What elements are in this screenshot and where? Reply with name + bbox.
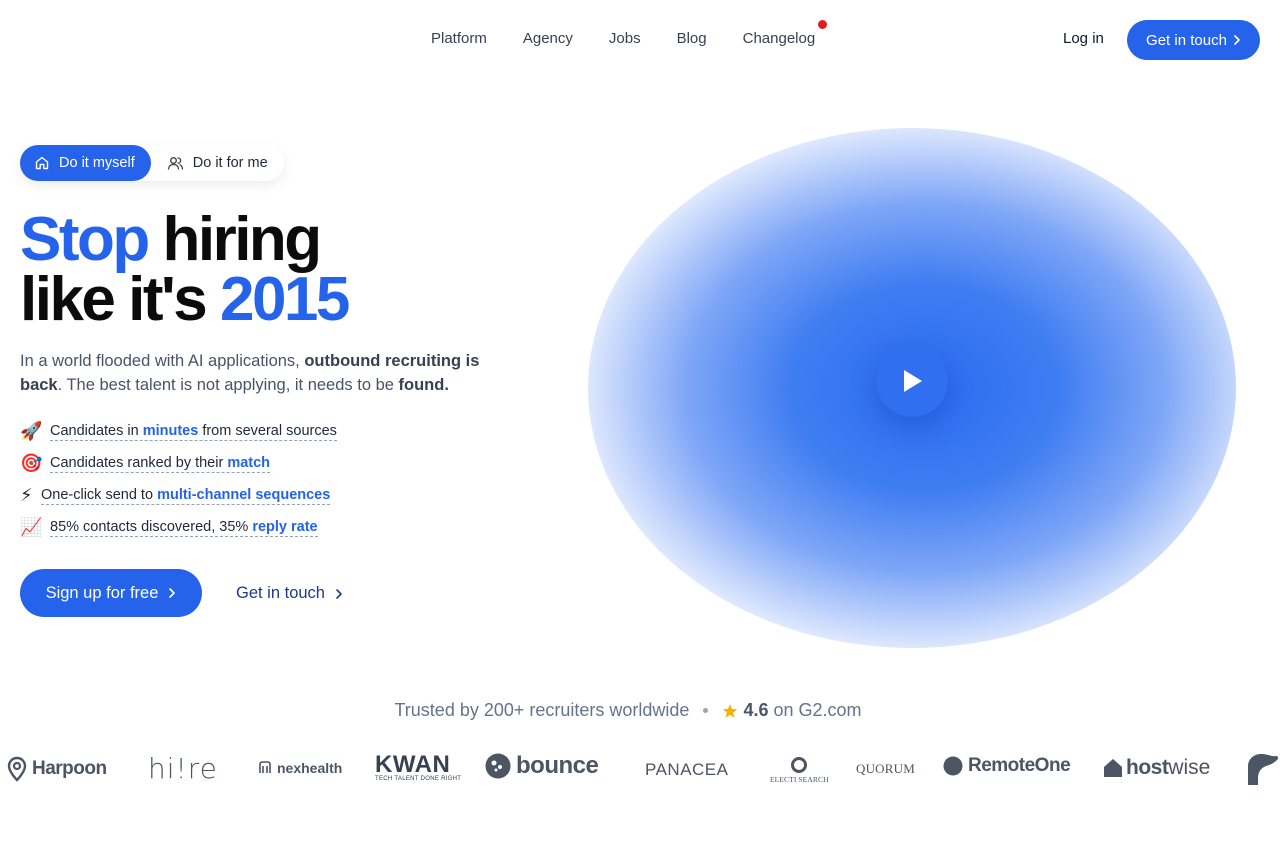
logo-harpoon: Harpoon — [7, 756, 107, 782]
list-item: 🎯 Candidates ranked by their match — [20, 447, 337, 479]
hero-headline: Stop hiring like it's 2015 — [20, 209, 350, 331]
chevron-right-icon — [1233, 35, 1241, 45]
logo-harpoon-text: Harpoon — [32, 758, 107, 779]
chevron-right-icon — [168, 588, 176, 598]
feature-highlight: match — [227, 454, 271, 471]
feature-text: Candidates in minutes from several sourc… — [50, 422, 337, 441]
logo-panacea: PANACEA — [645, 760, 729, 779]
feature-pre: Candidates in — [50, 422, 143, 439]
nav-platform[interactable]: Platform — [431, 30, 487, 47]
house-logo-icon — [1103, 758, 1123, 778]
feature-pre: One-click send to — [41, 486, 158, 503]
logo-hostwise-text-b: wise — [1168, 756, 1211, 779]
remoteone-logo-icon — [943, 756, 963, 776]
headline-stop: Stop — [20, 205, 150, 274]
toggle-do-it-for-me[interactable]: Do it for me — [151, 155, 268, 171]
lead-part-1: In a world flooded with AI applications, — [20, 352, 305, 370]
headline-hiring: hiring — [147, 205, 322, 274]
header-cta-label: Get in touch — [1146, 31, 1227, 49]
nexhealth-logo-icon — [258, 761, 272, 775]
main-nav: Platform Agency Jobs Blog Changelog — [431, 20, 828, 47]
logo-hiire: hi!re — [148, 752, 218, 785]
logo-bounce: bounce — [485, 752, 599, 780]
logo-kwan: KWAN TECH TALENT DONE RIGHT — [375, 751, 462, 783]
list-item: 📈 85% contacts discovered, 35% reply rat… — [20, 511, 337, 543]
nav-blog[interactable]: Blog — [677, 30, 707, 47]
logo-electi: ELECTI SEARCH — [770, 756, 829, 784]
feature-post: from several sources — [198, 422, 337, 439]
toggle-inactive-label: Do it for me — [192, 155, 268, 171]
get-in-touch-link[interactable]: Get in touch — [236, 584, 343, 603]
logo-quorum: QUORUM — [856, 761, 915, 776]
harpoon-logo-icon — [7, 756, 27, 782]
logo-partial — [1246, 752, 1280, 786]
list-item: 🚀 Candidates in minutes from several sou… — [20, 415, 337, 447]
logo-electi-text: ELECTI SEARCH — [770, 775, 829, 784]
feature-highlight: minutes — [142, 422, 199, 439]
chart-up-icon: 📈 — [20, 516, 43, 537]
nav-agency[interactable]: Agency — [523, 30, 573, 47]
g2-rating: 4.6 on G2.com — [722, 700, 862, 721]
feature-list: 🚀 Candidates in minutes from several sou… — [20, 415, 337, 543]
notification-dot — [818, 20, 828, 29]
lead-bold-2: found. — [398, 376, 449, 394]
lightning-icon: ⚡ — [20, 484, 33, 505]
logo-kwan-text: KWAN — [375, 751, 451, 778]
rating-suffix: on G2.com — [773, 700, 862, 720]
trust-text: Trusted by 200+ recruiters worldwide — [394, 700, 690, 720]
feature-highlight: reply rate — [252, 518, 318, 535]
mode-toggle: Do it myself Do it for me — [20, 145, 284, 181]
bird-logo-icon — [1246, 752, 1280, 786]
logo-remoteone-text: RemoteOne — [968, 755, 1071, 776]
play-icon — [899, 367, 925, 395]
lead-part-2: . The best talent is not applying, it ne… — [57, 376, 399, 394]
trust-bar: Trusted by 200+ recruiters worldwide 4.6… — [0, 700, 1256, 721]
customer-logos: Harpoon hi!re nexhealth KWAN TECH TALENT… — [0, 750, 1280, 790]
logo-remoteone: RemoteOne — [943, 755, 1071, 777]
logo-hostwise-text-a: host — [1126, 756, 1169, 779]
electi-logo-icon — [790, 756, 808, 774]
logo-nexhealth-text: nexhealth — [277, 760, 343, 776]
rocket-icon: 🚀 — [20, 420, 43, 441]
home-icon — [34, 155, 50, 171]
feature-highlight: multi-channel sequences — [157, 486, 331, 503]
signup-label: Sign up for free — [45, 583, 159, 602]
toggle-active-label: Do it myself — [59, 155, 135, 171]
bounce-logo-icon — [485, 753, 511, 779]
feature-pre: 85% contacts discovered, 35% — [50, 518, 253, 535]
logo-hostwise: host wise — [1103, 756, 1210, 780]
separator-dot — [703, 708, 709, 713]
header-get-in-touch-button[interactable]: Get in touch — [1127, 20, 1260, 60]
feature-text: 85% contacts discovered, 35% reply rate — [50, 518, 318, 537]
rating-value: 4.6 — [743, 700, 769, 720]
users-icon — [167, 155, 184, 171]
target-icon: 🎯 — [20, 452, 43, 473]
logo-nexhealth: nexhealth — [258, 760, 342, 776]
star-icon — [722, 703, 738, 719]
list-item: ⚡ One-click send to multi-channel sequen… — [20, 479, 337, 511]
hero-lead: In a world flooded with AI applications,… — [20, 349, 500, 397]
logo-kwan-tagline: TECH TALENT DONE RIGHT — [375, 776, 462, 782]
signup-button[interactable]: Sign up for free — [20, 569, 202, 617]
feature-text: Candidates ranked by their match — [50, 454, 271, 473]
play-video-button[interactable] — [876, 345, 948, 417]
logo-bounce-text: bounce — [516, 752, 599, 779]
feature-text: One-click send to multi-channel sequence… — [41, 486, 331, 505]
login-link[interactable]: Log in — [1063, 30, 1104, 47]
chevron-right-icon — [335, 588, 343, 599]
feature-pre: Candidates ranked by their — [50, 454, 228, 471]
get-in-touch-label: Get in touch — [236, 584, 325, 602]
nav-jobs[interactable]: Jobs — [609, 30, 641, 47]
toggle-do-it-myself[interactable]: Do it myself — [20, 145, 151, 181]
nav-changelog-label: Changelog — [742, 30, 816, 47]
headline-like-its: like it's — [20, 265, 220, 334]
headline-year: 2015 — [219, 265, 350, 334]
nav-changelog[interactable]: Changelog — [742, 20, 828, 47]
